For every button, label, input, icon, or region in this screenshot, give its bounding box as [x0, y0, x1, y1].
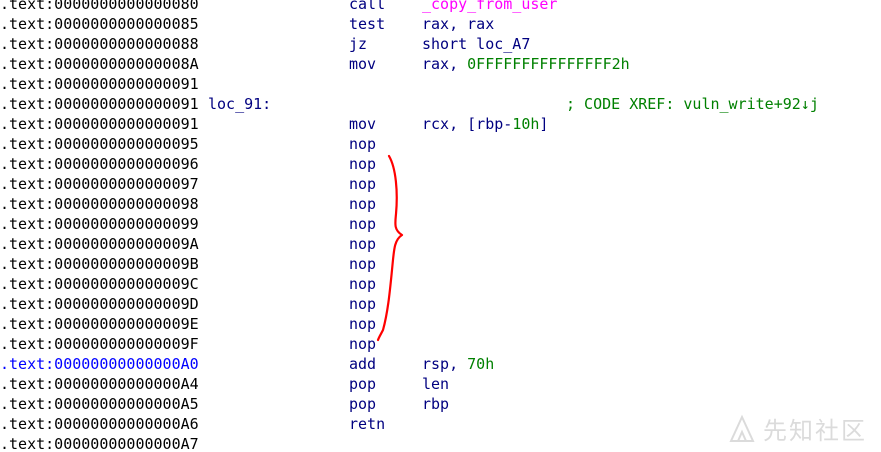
line-address[interactable]: .text:0000000000000091	[0, 74, 199, 94]
operand-text: rsp,	[422, 355, 468, 373]
instruction-mnemonic[interactable]: test	[349, 14, 385, 34]
disasm-line[interactable]: .text:0000000000000097 nop	[0, 174, 881, 194]
instruction-mnemonic[interactable]: nop	[349, 274, 376, 294]
line-address[interactable]: .text:0000000000000098	[0, 194, 199, 214]
xref-comment[interactable]: ; CODE XREF: vuln_write+92↓j	[566, 94, 819, 114]
line-address[interactable]: .text:00000000000000A5	[0, 394, 199, 414]
line-address[interactable]: .text:000000000000008A	[0, 54, 199, 74]
operand-text: rax,	[422, 55, 468, 73]
disasm-line[interactable]: .text:0000000000000096 nop	[0, 154, 881, 174]
line-address[interactable]: .text:00000000000000A4	[0, 374, 199, 394]
operand-text: ]	[539, 115, 549, 133]
line-address[interactable]: .text:0000000000000085	[0, 14, 199, 34]
disasm-line[interactable]: .text:000000000000009A nop	[0, 234, 881, 254]
instruction-mnemonic[interactable]: mov	[349, 114, 376, 134]
line-address[interactable]: .text:000000000000009B	[0, 254, 199, 274]
instruction-mnemonic[interactable]: nop	[349, 254, 376, 274]
instruction-operands[interactable]: rax, rax	[422, 14, 494, 34]
instruction-mnemonic[interactable]: nop	[349, 294, 376, 314]
disasm-line[interactable]: .text:00000000000000A4 pop len	[0, 374, 881, 394]
code-label[interactable]: loc_91:	[208, 94, 271, 114]
instruction-mnemonic[interactable]: nop	[349, 314, 376, 334]
instruction-mnemonic[interactable]: nop	[349, 234, 376, 254]
disasm-line[interactable]: .text:000000000000009F nop	[0, 334, 881, 354]
operand-text: rcx, [rbp-	[422, 115, 513, 133]
disasm-line[interactable]: .text:000000000000009C nop	[0, 274, 881, 294]
disasm-line[interactable]: .text:0000000000000088 jz short loc_A7	[0, 34, 881, 54]
line-address[interactable]: .text:0000000000000096	[0, 154, 199, 174]
instruction-mnemonic[interactable]: nop	[349, 334, 376, 354]
disasm-line[interactable]: .text:000000000000009B nop	[0, 254, 881, 274]
line-address[interactable]: .text:000000000000009D	[0, 294, 199, 314]
line-address[interactable]: .text:0000000000000088	[0, 34, 199, 54]
watermark-text: 先知社区	[763, 417, 867, 445]
disasm-line[interactable]: .text:000000000000009E nop	[0, 314, 881, 334]
line-address[interactable]: .text:00000000000000A7	[0, 434, 199, 452]
instruction-mnemonic[interactable]: jz	[349, 34, 367, 54]
instruction-mnemonic[interactable]: mov	[349, 54, 376, 74]
disasm-line[interactable]: .text:0000000000000085 test rax, rax	[0, 14, 881, 34]
line-address[interactable]: .text:00000000000000A6	[0, 414, 199, 434]
disasm-line[interactable]: .text:0000000000000098 nop	[0, 194, 881, 214]
instruction-mnemonic[interactable]: pop	[349, 374, 376, 394]
instruction-mnemonic[interactable]: call	[349, 0, 385, 14]
disasm-line[interactable]: .text:0000000000000080 call _copy_from_use…	[0, 0, 881, 14]
disasm-line[interactable]: .text:0000000000000091	[0, 74, 881, 94]
instruction-operands[interactable]: rsp, 70h	[422, 354, 494, 374]
instruction-operands[interactable]: rcx, [rbp-10h]	[422, 114, 548, 134]
line-address[interactable]: .text:0000000000000091	[0, 94, 199, 114]
instruction-mnemonic[interactable]: pop	[349, 394, 376, 414]
watermark: 先知社区	[727, 411, 867, 446]
instruction-mnemonic[interactable]: nop	[349, 194, 376, 214]
line-address[interactable]: .text:000000000000009A	[0, 234, 199, 254]
disassembly-view[interactable]: .text:0000000000000080 call _copy_from_use…	[0, 0, 881, 452]
instruction-operands[interactable]: rbp	[422, 394, 449, 414]
operand-immediate: 70h	[467, 355, 495, 373]
operand-text: len	[422, 375, 450, 393]
disasm-line[interactable]: .text:00000000000000A0 add rsp, 70h	[0, 354, 881, 374]
line-address[interactable]: .text:0000000000000099	[0, 214, 199, 234]
instruction-mnemonic[interactable]: nop	[349, 214, 376, 234]
disasm-line[interactable]: .text:0000000000000091 loc_91: ; CODE XREF…	[0, 94, 881, 114]
disasm-line[interactable]: .text:000000000000008A mov rax, 0FFFFFFFFF…	[0, 54, 881, 74]
instruction-mnemonic[interactable]: nop	[349, 174, 376, 194]
instruction-operands[interactable]: _copy_from_user	[422, 0, 557, 14]
instruction-mnemonic[interactable]: retn	[349, 414, 385, 434]
operand-text: rax, rax	[422, 15, 495, 33]
line-address[interactable]: .text:0000000000000095	[0, 134, 199, 154]
instruction-operands[interactable]: len	[422, 374, 449, 394]
instruction-operands[interactable]: rax, 0FFFFFFFFFFFFFFF2h	[422, 54, 630, 74]
disasm-line[interactable]: .text:000000000000009D nop	[0, 294, 881, 314]
instruction-operands[interactable]: short loc_A7	[422, 34, 530, 54]
line-address[interactable]: .text:00000000000000A0	[0, 354, 199, 374]
operand-text: rbp	[422, 395, 450, 413]
line-address[interactable]: .text:0000000000000097	[0, 174, 199, 194]
operand-function-ref[interactable]: _copy_from_user	[422, 0, 557, 13]
line-address[interactable]: .text:0000000000000091	[0, 114, 199, 134]
line-address[interactable]: .text:000000000000009C	[0, 274, 199, 294]
line-address[interactable]: .text:0000000000000080	[0, 0, 199, 14]
instruction-mnemonic[interactable]: add	[349, 354, 376, 374]
disasm-line[interactable]: .text:0000000000000091 mov rcx, [rbp-10h]	[0, 114, 881, 134]
line-address[interactable]: .text:000000000000009F	[0, 334, 199, 354]
instruction-mnemonic[interactable]: nop	[349, 154, 376, 174]
operand-text: short loc_A7	[422, 35, 531, 53]
disassembly-listing: .text:0000000000000080 call _copy_from_use…	[0, 0, 881, 452]
line-address[interactable]: .text:000000000000009E	[0, 314, 199, 334]
instruction-mnemonic[interactable]: nop	[349, 134, 376, 154]
disasm-line[interactable]: .text:0000000000000099 nop	[0, 214, 881, 234]
xianzhi-logo-icon	[729, 414, 755, 442]
operand-immediate: 10h	[512, 115, 540, 133]
operand-immediate: 0FFFFFFFFFFFFFFF2h	[467, 55, 630, 73]
disasm-line[interactable]: .text:0000000000000095 nop	[0, 134, 881, 154]
